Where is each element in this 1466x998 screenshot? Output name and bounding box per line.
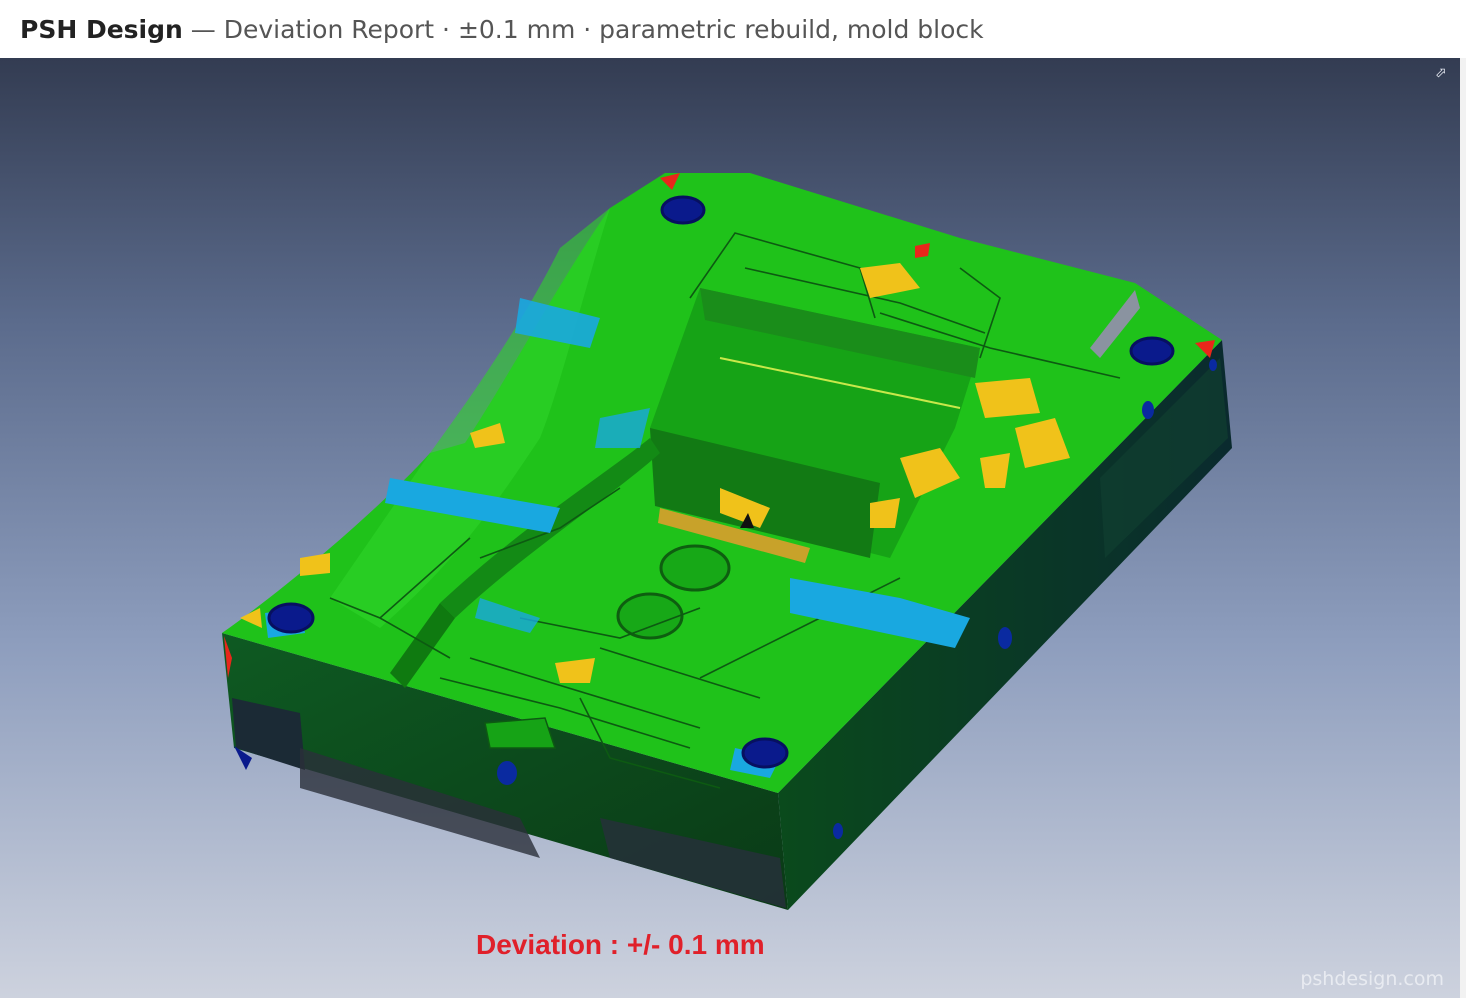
scrollbar-edge bbox=[1460, 58, 1466, 998]
brand-name: PSH Design bbox=[20, 14, 183, 44]
report-subtitle: — Deviation Report · ±0.1 mm · parametri… bbox=[182, 14, 984, 44]
cylindrical-boss bbox=[616, 592, 684, 640]
slot-pocket bbox=[484, 717, 557, 749]
deviation-caption: Deviation : +/- 0.1 mm bbox=[476, 929, 765, 960]
page-title: PSH Design — Deviation Report · ±0.1 mm … bbox=[20, 15, 984, 44]
header-bar: PSH Design — Deviation Report · ±0.1 mm … bbox=[0, 0, 1466, 58]
model-viewport[interactable]: ⬀ Deviation: +/- 0.1 mm pshdesign.com bbox=[0, 58, 1460, 998]
watermark: pshdesign.com bbox=[1300, 968, 1444, 990]
mold-block-deviation-map bbox=[222, 173, 1232, 910]
cylindrical-boss bbox=[659, 544, 731, 592]
